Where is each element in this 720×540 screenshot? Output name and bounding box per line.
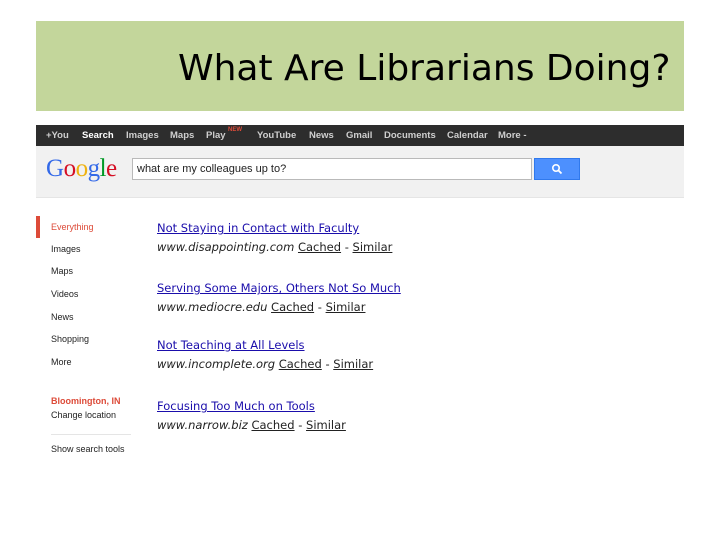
search-result: Serving Some Majors, Others Not So Much …	[157, 281, 401, 314]
new-badge: NEW	[228, 127, 242, 133]
result-title-link[interactable]: Not Staying in Contact with Faculty	[157, 221, 392, 235]
result-meta: www.disappointing.com Cached - Similar	[157, 240, 392, 254]
result-separator: -	[341, 240, 353, 254]
gbar-item-gmail[interactable]: Gmail	[346, 130, 372, 141]
search-button[interactable]	[534, 158, 580, 180]
result-separator: -	[294, 418, 307, 432]
gbar-item-play[interactable]: Play	[206, 130, 226, 141]
sidebar-item-more[interactable]: More	[51, 357, 72, 367]
gbar-item-images[interactable]: Images	[126, 130, 159, 141]
result-separator: -	[314, 300, 326, 314]
result-url: www.incomplete.org	[157, 357, 276, 371]
sidebar-item-images[interactable]: Images	[51, 244, 81, 254]
search-input[interactable]	[132, 158, 532, 180]
gbar-item-calendar[interactable]: Calendar	[447, 130, 488, 141]
result-meta: www.incomplete.org Cached - Similar	[157, 357, 373, 371]
result-meta: www.narrow.biz Cached - Similar	[157, 418, 346, 432]
similar-link[interactable]: Similar	[306, 418, 346, 432]
gbar-item-news[interactable]: News	[309, 130, 334, 141]
sidebar-item-maps[interactable]: Maps	[51, 266, 73, 276]
result-separator: -	[321, 357, 334, 371]
result-url: www.narrow.biz	[157, 418, 248, 432]
gbar-item-more[interactable]: More -	[498, 130, 527, 141]
location-label: Bloomington, IN	[51, 396, 121, 406]
sidebar-item-shopping[interactable]: Shopping	[51, 334, 89, 344]
cached-link[interactable]: Cached	[298, 240, 341, 254]
result-url: www.disappointing.com	[157, 240, 295, 254]
result-title-link[interactable]: Focusing Too Much on Tools	[157, 399, 346, 413]
gbar-item-documents[interactable]: Documents	[384, 130, 436, 141]
similar-link[interactable]: Similar	[326, 300, 366, 314]
cached-link[interactable]: Cached	[251, 418, 294, 432]
search-result: Not Teaching at All Levels www.incomplet…	[157, 338, 373, 371]
sidebar-item-everything[interactable]: Everything	[51, 222, 94, 232]
sidebar-item-videos[interactable]: Videos	[51, 289, 78, 299]
similar-link[interactable]: Similar	[333, 357, 373, 371]
result-title-link[interactable]: Serving Some Majors, Others Not So Much	[157, 281, 401, 295]
search-result: Focusing Too Much on Tools www.narrow.bi…	[157, 399, 346, 432]
similar-link[interactable]: Similar	[353, 240, 393, 254]
gbar-item-maps[interactable]: Maps	[170, 130, 194, 141]
result-url: www.mediocre.edu	[157, 300, 268, 314]
result-meta: www.mediocre.edu Cached - Similar	[157, 300, 401, 314]
gbar-item-you[interactable]: +You	[46, 130, 69, 141]
cached-link[interactable]: Cached	[271, 300, 314, 314]
result-title-link[interactable]: Not Teaching at All Levels	[157, 338, 373, 352]
change-location-link[interactable]: Change location	[51, 410, 116, 420]
cached-link[interactable]: Cached	[279, 357, 322, 371]
google-logo[interactable]: Google	[46, 155, 117, 183]
sidebar-divider	[51, 434, 131, 435]
show-search-tools-link[interactable]: Show search tools	[51, 444, 125, 454]
search-header: Google	[36, 146, 684, 198]
gbar-item-youtube[interactable]: YouTube	[257, 130, 296, 141]
search-icon	[551, 163, 563, 175]
google-bar: +You Search Images Maps Play NEW YouTube…	[36, 125, 684, 146]
active-nav-marker	[36, 216, 40, 238]
search-result: Not Staying in Contact with Faculty www.…	[157, 221, 392, 254]
slide-title: What Are Librarians Doing?	[178, 48, 671, 89]
sidebar-item-news[interactable]: News	[51, 312, 74, 322]
gbar-item-search[interactable]: Search	[82, 130, 114, 141]
